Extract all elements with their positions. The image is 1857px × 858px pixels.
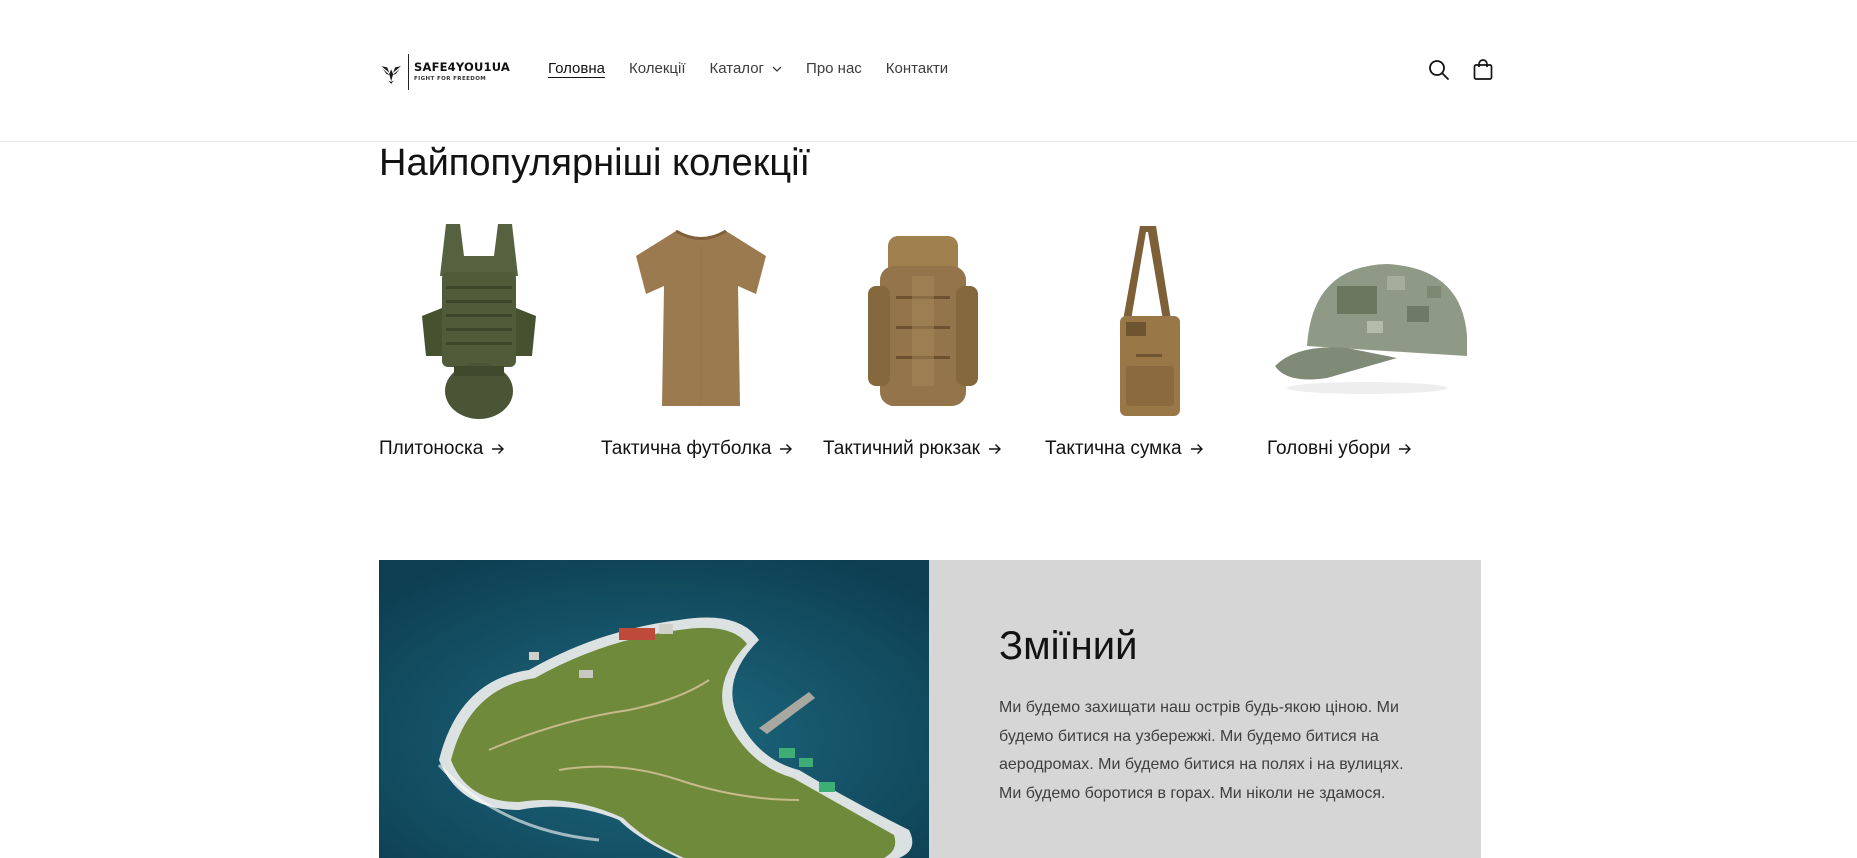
collection-label-text: Тактична сумка	[1045, 438, 1182, 459]
search-icon	[1429, 60, 1449, 80]
plate-carrier-image	[379, 216, 579, 426]
banner-text: Ми будемо захищати наш острів будь-якою …	[999, 699, 1404, 802]
nav-item-label: Колекції	[629, 60, 686, 77]
header-icons	[1410, 55, 1498, 85]
banner-content: Зміїний Ми будемо захищати наш острів бу…	[929, 560, 1481, 858]
tactical-backpack-image	[823, 216, 1023, 426]
nav-item-collections[interactable]: Колекції	[629, 58, 686, 80]
arrow-right-icon	[1190, 444, 1203, 454]
collections-title: Найпопулярніші колекції	[379, 142, 811, 184]
chevron-down-icon	[772, 66, 782, 72]
collection-label: Тактична футболка	[601, 438, 801, 460]
nav-item-catalog[interactable]: Каталог	[710, 58, 783, 80]
logo-divider	[408, 54, 409, 90]
collection-label-text: Тактичний рюкзак	[823, 438, 980, 459]
collection-label-text: Тактична футболка	[601, 438, 772, 459]
nav-item-label: Головна	[548, 60, 605, 77]
nav-item-home[interactable]: Головна	[548, 58, 605, 80]
logo-brand: SAFE4YOU1UA	[413, 60, 510, 74]
collection-label: Тактичний рюкзак	[823, 438, 1023, 460]
collection-card-tshirt[interactable]: Тактична футболка	[601, 216, 801, 460]
tactical-tshirt-image	[601, 216, 801, 426]
nav-item-label: Про нас	[806, 60, 862, 77]
arrow-right-icon	[989, 444, 1001, 454]
tactical-bag-image	[1045, 216, 1245, 426]
logo[interactable]: SAFE4YOU1UA FIGHT FOR FREEDOM	[380, 52, 510, 92]
nav-item-contacts[interactable]: Контакти	[886, 58, 948, 80]
collection-card-cap[interactable]: Головні убори	[1267, 216, 1467, 460]
collection-label-text: Головні убори	[1267, 438, 1391, 459]
collections-list: Плитоноска Тактична футболка Тактичний р…	[379, 216, 1481, 460]
search-button[interactable]	[1424, 55, 1454, 85]
banner-title: Зміїний	[999, 624, 1138, 668]
collection-label: Плитоноска	[379, 438, 579, 460]
collection-card-bag[interactable]: Тактична сумка	[1045, 216, 1245, 460]
site-header: SAFE4YOU1UA FIGHT FOR FREEDOM Головна Ко…	[0, 0, 1857, 142]
cart-button[interactable]	[1468, 55, 1498, 85]
aerial-island-image	[379, 560, 929, 858]
arrow-right-icon	[1399, 444, 1412, 454]
cart-icon	[1473, 59, 1493, 80]
logo-tagline: FIGHT FOR FREEDOM	[413, 75, 487, 82]
logo-text: SAFE4YOU1UA FIGHT FOR FREEDOM	[413, 60, 510, 82]
nav-item-label: Каталог	[709, 60, 765, 77]
island-banner: Зміїний Ми будемо захищати наш острів бу…	[379, 560, 1481, 858]
main-nav: Головна Колекції Каталог Про нас Контакт…	[548, 58, 972, 80]
collection-label: Головні убори	[1267, 438, 1467, 460]
collection-card-plate-carrier[interactable]: Плитоноска	[379, 216, 579, 460]
nav-item-about[interactable]: Про нас	[806, 58, 862, 80]
collection-card-backpack[interactable]: Тактичний рюкзак	[823, 216, 1023, 460]
arrow-right-icon	[492, 444, 505, 454]
collection-label: Тактична сумка	[1045, 438, 1245, 460]
camo-cap-image	[1267, 216, 1467, 426]
arrow-right-icon	[780, 444, 793, 454]
nav-item-label: Контакти	[885, 60, 949, 77]
eagle-logo-icon	[381, 66, 402, 84]
collection-label-text: Плитоноска	[379, 438, 484, 459]
